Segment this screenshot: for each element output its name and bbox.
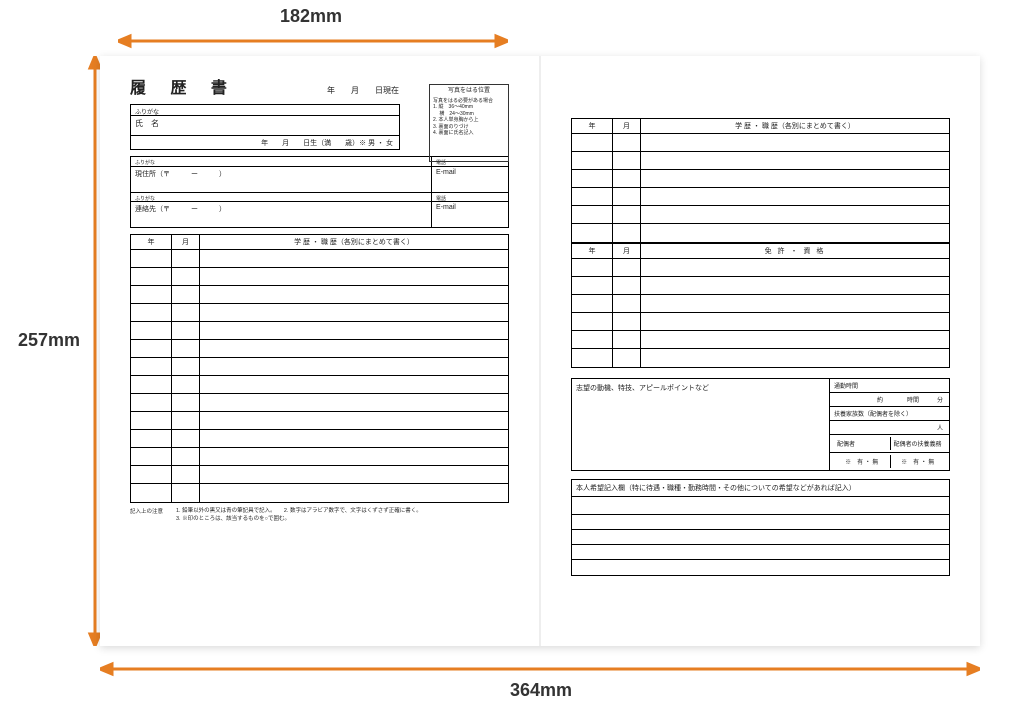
license-table: 年 月 免 許 ・ 資 格 <box>571 243 950 368</box>
wish-row <box>572 560 949 575</box>
table-row <box>572 277 949 295</box>
table-row <box>572 331 949 349</box>
spouse-duty-label: 配偶者の扶養義務 <box>890 437 946 450</box>
table-row <box>131 340 508 358</box>
hist2-col-month: 月 <box>612 119 640 133</box>
table-row <box>572 188 949 206</box>
page-right: 年 月 学 歴 ・ 職 歴（各別にまとめて書く） 年 月 免 許 ・ 資 格 <box>540 56 980 646</box>
photo-placeholder: 写真をはる位置 写真をはる必要がある場合 1. 縦 36～40mm 横 24～3… <box>429 84 509 162</box>
table-row <box>131 448 508 466</box>
spouse-yesno: ※ 有 ・ 無 <box>834 455 890 468</box>
email-label: E-mail <box>431 166 508 192</box>
table-row <box>572 134 949 152</box>
table-row <box>131 430 508 448</box>
motive-title: 志望の動機、特技、アピールポイントなど <box>572 379 829 470</box>
lic-col-year: 年 <box>572 244 612 258</box>
notes-text2: 3. ※印のところは、該当するものを○で囲む。 <box>176 515 509 523</box>
spouse-duty-yesno: ※ 有 ・ 無 <box>890 455 946 468</box>
commute-value: 約 時間 分 <box>829 393 949 407</box>
address-block: ふりがな 電話 現住所（〒 ー ） E-mail ふりがな 電話 連絡先（〒 ー… <box>130 156 509 228</box>
table-row <box>131 322 508 340</box>
history-table-right: 年 月 学 歴 ・ 職 歴（各別にまとめて書く） <box>571 118 950 243</box>
hist2-col-year: 年 <box>572 119 612 133</box>
hist-col-title: 学 歴 ・ 職 歴（各別にまとめて書く） <box>199 235 508 249</box>
dim-top-label: 182mm <box>280 6 342 27</box>
table-row <box>131 358 508 376</box>
table-row <box>572 259 949 277</box>
table-row <box>131 484 508 502</box>
date-line: 年 月 日現在 <box>327 85 399 96</box>
dim-side-label: 257mm <box>18 330 80 351</box>
photo-title: 写真をはる位置 <box>433 88 505 96</box>
table-row <box>572 313 949 331</box>
notes-label: 記入上の注意 <box>130 507 176 524</box>
furigana-label: ふりがな <box>131 105 399 115</box>
hist2-col-title: 学 歴 ・ 職 歴（各別にまとめて書く） <box>640 119 949 133</box>
wish-row <box>572 515 949 530</box>
wish-row <box>572 545 949 560</box>
notes-section: 記入上の注意 1. 鉛筆以外の黒又は青の筆記具で記入。 2. 数字はアラビア数字… <box>130 507 509 524</box>
dim-bottom-label: 364mm <box>510 680 572 701</box>
hist-col-year: 年 <box>131 235 171 249</box>
table-row <box>572 295 949 313</box>
lic-col-title: 免 許 ・ 資 格 <box>640 244 949 258</box>
wish-box: 本人希望記入欄（特に待遇・職種・勤務時間・その他についての希望などがあれば記入） <box>571 479 950 576</box>
name-block: ふりがな 氏 名 年 月 日生（満 歳）※ 男 ・ 女 <box>130 104 400 150</box>
table-row <box>131 466 508 484</box>
table-row <box>131 376 508 394</box>
lic-col-month: 月 <box>612 244 640 258</box>
addr-label: 現住所（〒 ー ） <box>131 166 431 192</box>
table-row <box>572 170 949 188</box>
table-row <box>572 224 949 242</box>
photo-l5: 4. 裏面に氏名記入 <box>433 130 505 137</box>
table-row <box>131 304 508 322</box>
history-table-left: 年 月 学 歴 ・ 職 歴（各別にまとめて書く） <box>130 234 509 503</box>
dim-arrow-bottom <box>100 660 980 678</box>
dependents-label: 扶養家族数（配偶者を除く） <box>829 407 949 421</box>
contact-furigana: ふりがな <box>131 192 431 201</box>
contact-label: 連絡先（〒 ー ） <box>131 201 431 227</box>
table-row <box>572 206 949 224</box>
birth-line: 年 月 日生（満 歳）※ 男 ・ 女 <box>131 135 399 149</box>
table-row <box>131 412 508 430</box>
table-row <box>131 394 508 412</box>
name-label: 氏 名 <box>131 115 399 135</box>
table-row <box>131 268 508 286</box>
wish-row <box>572 530 949 545</box>
wish-body <box>572 497 949 515</box>
hist-col-month: 月 <box>171 235 199 249</box>
table-row <box>572 349 949 367</box>
email2-label: E-mail <box>431 201 508 227</box>
addr-furigana: ふりがな <box>131 157 431 166</box>
document-spread: 履 歴 書 年 月 日現在 写真をはる位置 写真をはる必要がある場合 1. 縦 … <box>100 56 980 646</box>
commute-label: 通勤時間 <box>829 379 949 393</box>
dependents-value: 人 <box>829 421 949 435</box>
table-row <box>131 286 508 304</box>
wish-title: 本人希望記入欄（特に待遇・職種・勤務時間・その他についての希望などがあれば記入） <box>572 480 949 497</box>
spouse-label: 配偶者 <box>834 437 890 450</box>
table-row <box>131 250 508 268</box>
tel2-label: 電話 <box>431 192 508 201</box>
page-left: 履 歴 書 年 月 日現在 写真をはる位置 写真をはる必要がある場合 1. 縦 … <box>100 56 540 646</box>
table-row <box>572 152 949 170</box>
motive-box: 志望の動機、特技、アピールポイントなど 通勤時間 約 時間 分 扶養家族数（配偶… <box>571 378 950 471</box>
dim-arrow-top <box>118 32 508 50</box>
notes-text1: 1. 鉛筆以外の黒又は青の筆記具で記入。 2. 数字はアラビア数字で、文字はくず… <box>176 507 509 515</box>
resume-title: 履 歴 書 <box>130 74 237 98</box>
